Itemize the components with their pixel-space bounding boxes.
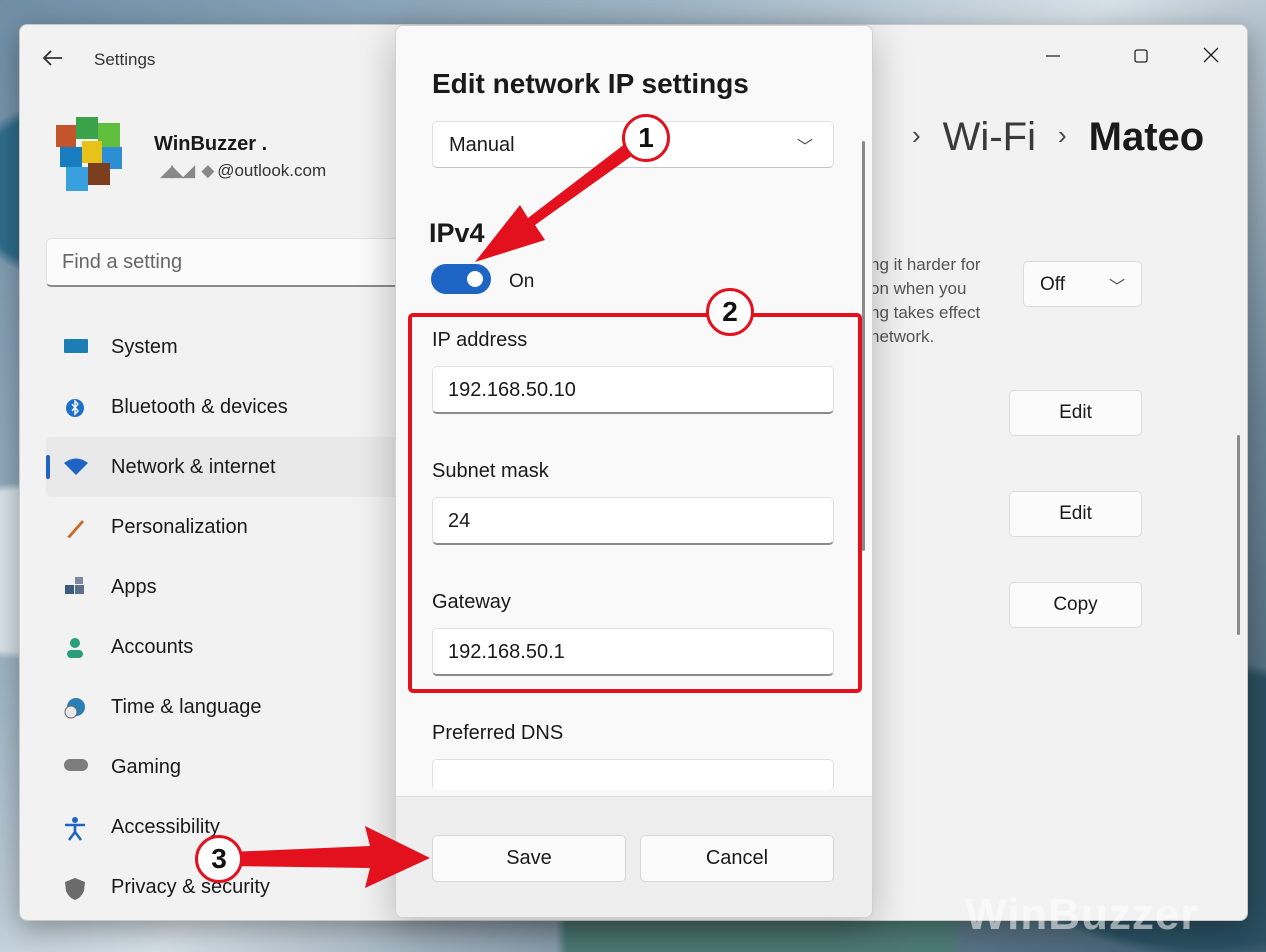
step-badge-2: 2 xyxy=(706,288,754,336)
arrow-3 xyxy=(230,826,430,888)
arrow-1 xyxy=(475,140,640,262)
watermark-logo: WinBuzzer xyxy=(965,890,1199,939)
step-badge-1: 1 xyxy=(622,114,670,162)
step-badge-3: 3 xyxy=(195,835,243,883)
